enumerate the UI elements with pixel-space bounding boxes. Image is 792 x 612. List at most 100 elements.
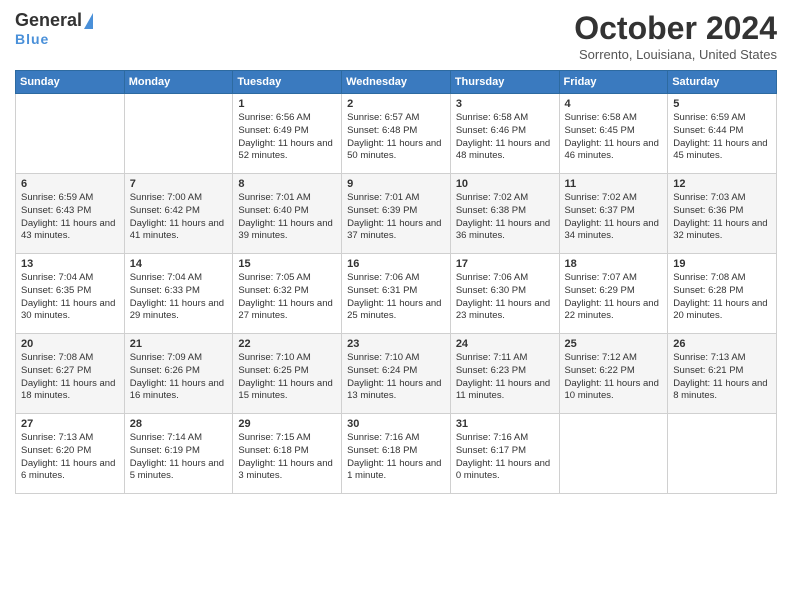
day-number: 2	[347, 98, 445, 110]
day-number: 23	[347, 338, 445, 350]
day-number: 19	[673, 258, 771, 270]
table-row: 2 Sunrise: 6:57 AM Sunset: 6:48 PM Daylig…	[342, 94, 451, 174]
day-number: 24	[456, 338, 554, 350]
table-row: 13Sunrise: 7:04 AM Sunset: 6:35 PM Dayli…	[16, 254, 125, 334]
table-row: 16 Sunrise: 7:06 AM Sunset: 6:31 PM Dayli…	[342, 254, 451, 334]
logo: General Blue	[15, 10, 93, 47]
table-row: 15Sunrise: 7:05 AM Sunset: 6:32 PM Dayli…	[233, 254, 342, 334]
day-number: 18	[565, 258, 663, 270]
day-info: Sunrise: 7:08 AM Sunset: 6:27 PM Dayligh…	[21, 352, 119, 403]
day-info: Sunrise: 7:15 AM Sunset: 6:18 PM Dayligh…	[238, 432, 336, 483]
logo-triangle-icon	[84, 13, 93, 29]
table-row: 14 Sunrise: 7:04 AM Sunset: 6:33 PM Dayli…	[124, 254, 233, 334]
day-info: Sunrise: 6:57 AM Sunset: 6:48 PM Dayligh…	[347, 112, 445, 163]
table-row: 8 Sunrise: 7:01 AM Sunset: 6:40 PM Daylig…	[233, 174, 342, 254]
day-info: Sunrise: 7:06 AM Sunset: 6:31 PM Dayligh…	[347, 272, 445, 323]
day-number: 15	[238, 258, 336, 270]
table-row: 21Sunrise: 7:09 AM Sunset: 6:26 PM Dayli…	[124, 334, 233, 414]
day-info: Sunrise: 7:13 AM Sunset: 6:21 PM Dayligh…	[673, 352, 771, 403]
day-info: Sunrise: 7:03 AM Sunset: 6:36 PM Dayligh…	[673, 192, 771, 243]
table-row: 5 Sunrise: 6:59 AM Sunset: 6:44 PM Daylig…	[668, 94, 777, 174]
table-row: 29 Sunrise: 7:15 AM Sunset: 6:18 PM Dayli…	[233, 414, 342, 494]
day-info: Sunrise: 7:04 AM Sunset: 6:33 PM Dayligh…	[130, 272, 228, 323]
table-row: 25 Sunrise: 7:12 AM Sunset: 6:22 PM Dayli…	[559, 334, 668, 414]
day-number: 13	[21, 258, 119, 270]
table-row	[559, 414, 668, 494]
day-info: Sunrise: 7:08 AM Sunset: 6:28 PM Dayligh…	[673, 272, 771, 323]
day-number: 17	[456, 258, 554, 270]
day-number: 30	[347, 418, 445, 430]
day-info: Sunrise: 7:14 AM Sunset: 6:19 PM Dayligh…	[130, 432, 228, 483]
day-info: Sunrise: 7:01 AM Sunset: 6:40 PM Dayligh…	[238, 192, 336, 243]
day-number: 26	[673, 338, 771, 350]
table-row: 9 Sunrise: 7:01 AM Sunset: 6:39 PM Daylig…	[342, 174, 451, 254]
table-row: 22Sunrise: 7:10 AM Sunset: 6:25 PM Dayli…	[233, 334, 342, 414]
table-row: 26 Sunrise: 7:13 AM Sunset: 6:21 PM Dayli…	[668, 334, 777, 414]
col-wednesday: Wednesday	[342, 71, 451, 94]
table-row: 7 Sunrise: 7:00 AM Sunset: 6:42 PM Daylig…	[124, 174, 233, 254]
day-info: Sunrise: 6:59 AM Sunset: 6:43 PM Dayligh…	[21, 192, 119, 243]
day-number: 4	[565, 98, 663, 110]
table-row: 4 Sunrise: 6:58 AM Sunset: 6:45 PM Daylig…	[559, 94, 668, 174]
calendar-week-row: 13Sunrise: 7:04 AM Sunset: 6:35 PM Dayli…	[16, 254, 777, 334]
day-info: Sunrise: 7:01 AM Sunset: 6:39 PM Dayligh…	[347, 192, 445, 243]
table-row: 10 Sunrise: 7:02 AM Sunset: 6:38 PM Dayli…	[450, 174, 559, 254]
table-row: 3Sunrise: 6:58 AM Sunset: 6:46 PM Daylig…	[450, 94, 559, 174]
day-info: Sunrise: 7:10 AM Sunset: 6:24 PM Dayligh…	[347, 352, 445, 403]
day-info: Sunrise: 6:59 AM Sunset: 6:44 PM Dayligh…	[673, 112, 771, 163]
day-number: 27	[21, 418, 119, 430]
table-row: 12 Sunrise: 7:03 AM Sunset: 6:36 PM Dayli…	[668, 174, 777, 254]
day-info: Sunrise: 7:02 AM Sunset: 6:37 PM Dayligh…	[565, 192, 663, 243]
day-number: 29	[238, 418, 336, 430]
day-number: 1	[238, 98, 336, 110]
day-number: 28	[130, 418, 228, 430]
calendar-header-row: Sunday Monday Tuesday Wednesday Thursday…	[16, 71, 777, 94]
table-row: 18 Sunrise: 7:07 AM Sunset: 6:29 PM Dayli…	[559, 254, 668, 334]
day-number: 16	[347, 258, 445, 270]
table-row	[668, 414, 777, 494]
calendar-week-row: 1Sunrise: 6:56 AM Sunset: 6:49 PM Daylig…	[16, 94, 777, 174]
logo-general-text: General	[15, 10, 82, 31]
day-number: 5	[673, 98, 771, 110]
day-info: Sunrise: 7:07 AM Sunset: 6:29 PM Dayligh…	[565, 272, 663, 323]
header: General Blue October 2024 Sorrento, Loui…	[15, 10, 777, 62]
day-number: 8	[238, 178, 336, 190]
day-info: Sunrise: 6:58 AM Sunset: 6:46 PM Dayligh…	[456, 112, 554, 163]
day-number: 14	[130, 258, 228, 270]
day-number: 12	[673, 178, 771, 190]
day-number: 31	[456, 418, 554, 430]
col-tuesday: Tuesday	[233, 71, 342, 94]
day-number: 25	[565, 338, 663, 350]
day-number: 9	[347, 178, 445, 190]
month-title: October 2024	[574, 10, 777, 47]
table-row: 27 Sunrise: 7:13 AM Sunset: 6:20 PM Dayli…	[16, 414, 125, 494]
day-info: Sunrise: 7:06 AM Sunset: 6:30 PM Dayligh…	[456, 272, 554, 323]
table-row: 6 Sunrise: 6:59 AM Sunset: 6:43 PM Daylig…	[16, 174, 125, 254]
table-row: 11Sunrise: 7:02 AM Sunset: 6:37 PM Dayli…	[559, 174, 668, 254]
day-info: Sunrise: 7:02 AM Sunset: 6:38 PM Dayligh…	[456, 192, 554, 243]
table-row: 31 Sunrise: 7:16 AM Sunset: 6:17 PM Dayli…	[450, 414, 559, 494]
day-number: 10	[456, 178, 554, 190]
day-number: 22	[238, 338, 336, 350]
day-info: Sunrise: 7:00 AM Sunset: 6:42 PM Dayligh…	[130, 192, 228, 243]
day-number: 20	[21, 338, 119, 350]
col-saturday: Saturday	[668, 71, 777, 94]
day-info: Sunrise: 6:58 AM Sunset: 6:45 PM Dayligh…	[565, 112, 663, 163]
page: General Blue October 2024 Sorrento, Loui…	[0, 0, 792, 612]
day-info: Sunrise: 7:16 AM Sunset: 6:17 PM Dayligh…	[456, 432, 554, 483]
calendar-table: Sunday Monday Tuesday Wednesday Thursday…	[15, 70, 777, 494]
table-row: 17 Sunrise: 7:06 AM Sunset: 6:30 PM Dayli…	[450, 254, 559, 334]
table-row: 28 Sunrise: 7:14 AM Sunset: 6:19 PM Dayli…	[124, 414, 233, 494]
day-number: 7	[130, 178, 228, 190]
day-info: Sunrise: 7:16 AM Sunset: 6:18 PM Dayligh…	[347, 432, 445, 483]
logo-blue-text: Blue	[15, 31, 49, 47]
table-row: 24Sunrise: 7:11 AM Sunset: 6:23 PM Dayli…	[450, 334, 559, 414]
col-thursday: Thursday	[450, 71, 559, 94]
table-row	[16, 94, 125, 174]
table-row: 23 Sunrise: 7:10 AM Sunset: 6:24 PM Dayli…	[342, 334, 451, 414]
calendar-week-row: 27 Sunrise: 7:13 AM Sunset: 6:20 PM Dayli…	[16, 414, 777, 494]
day-number: 6	[21, 178, 119, 190]
table-row: 1Sunrise: 6:56 AM Sunset: 6:49 PM Daylig…	[233, 94, 342, 174]
day-info: Sunrise: 7:12 AM Sunset: 6:22 PM Dayligh…	[565, 352, 663, 403]
day-info: Sunrise: 7:13 AM Sunset: 6:20 PM Dayligh…	[21, 432, 119, 483]
